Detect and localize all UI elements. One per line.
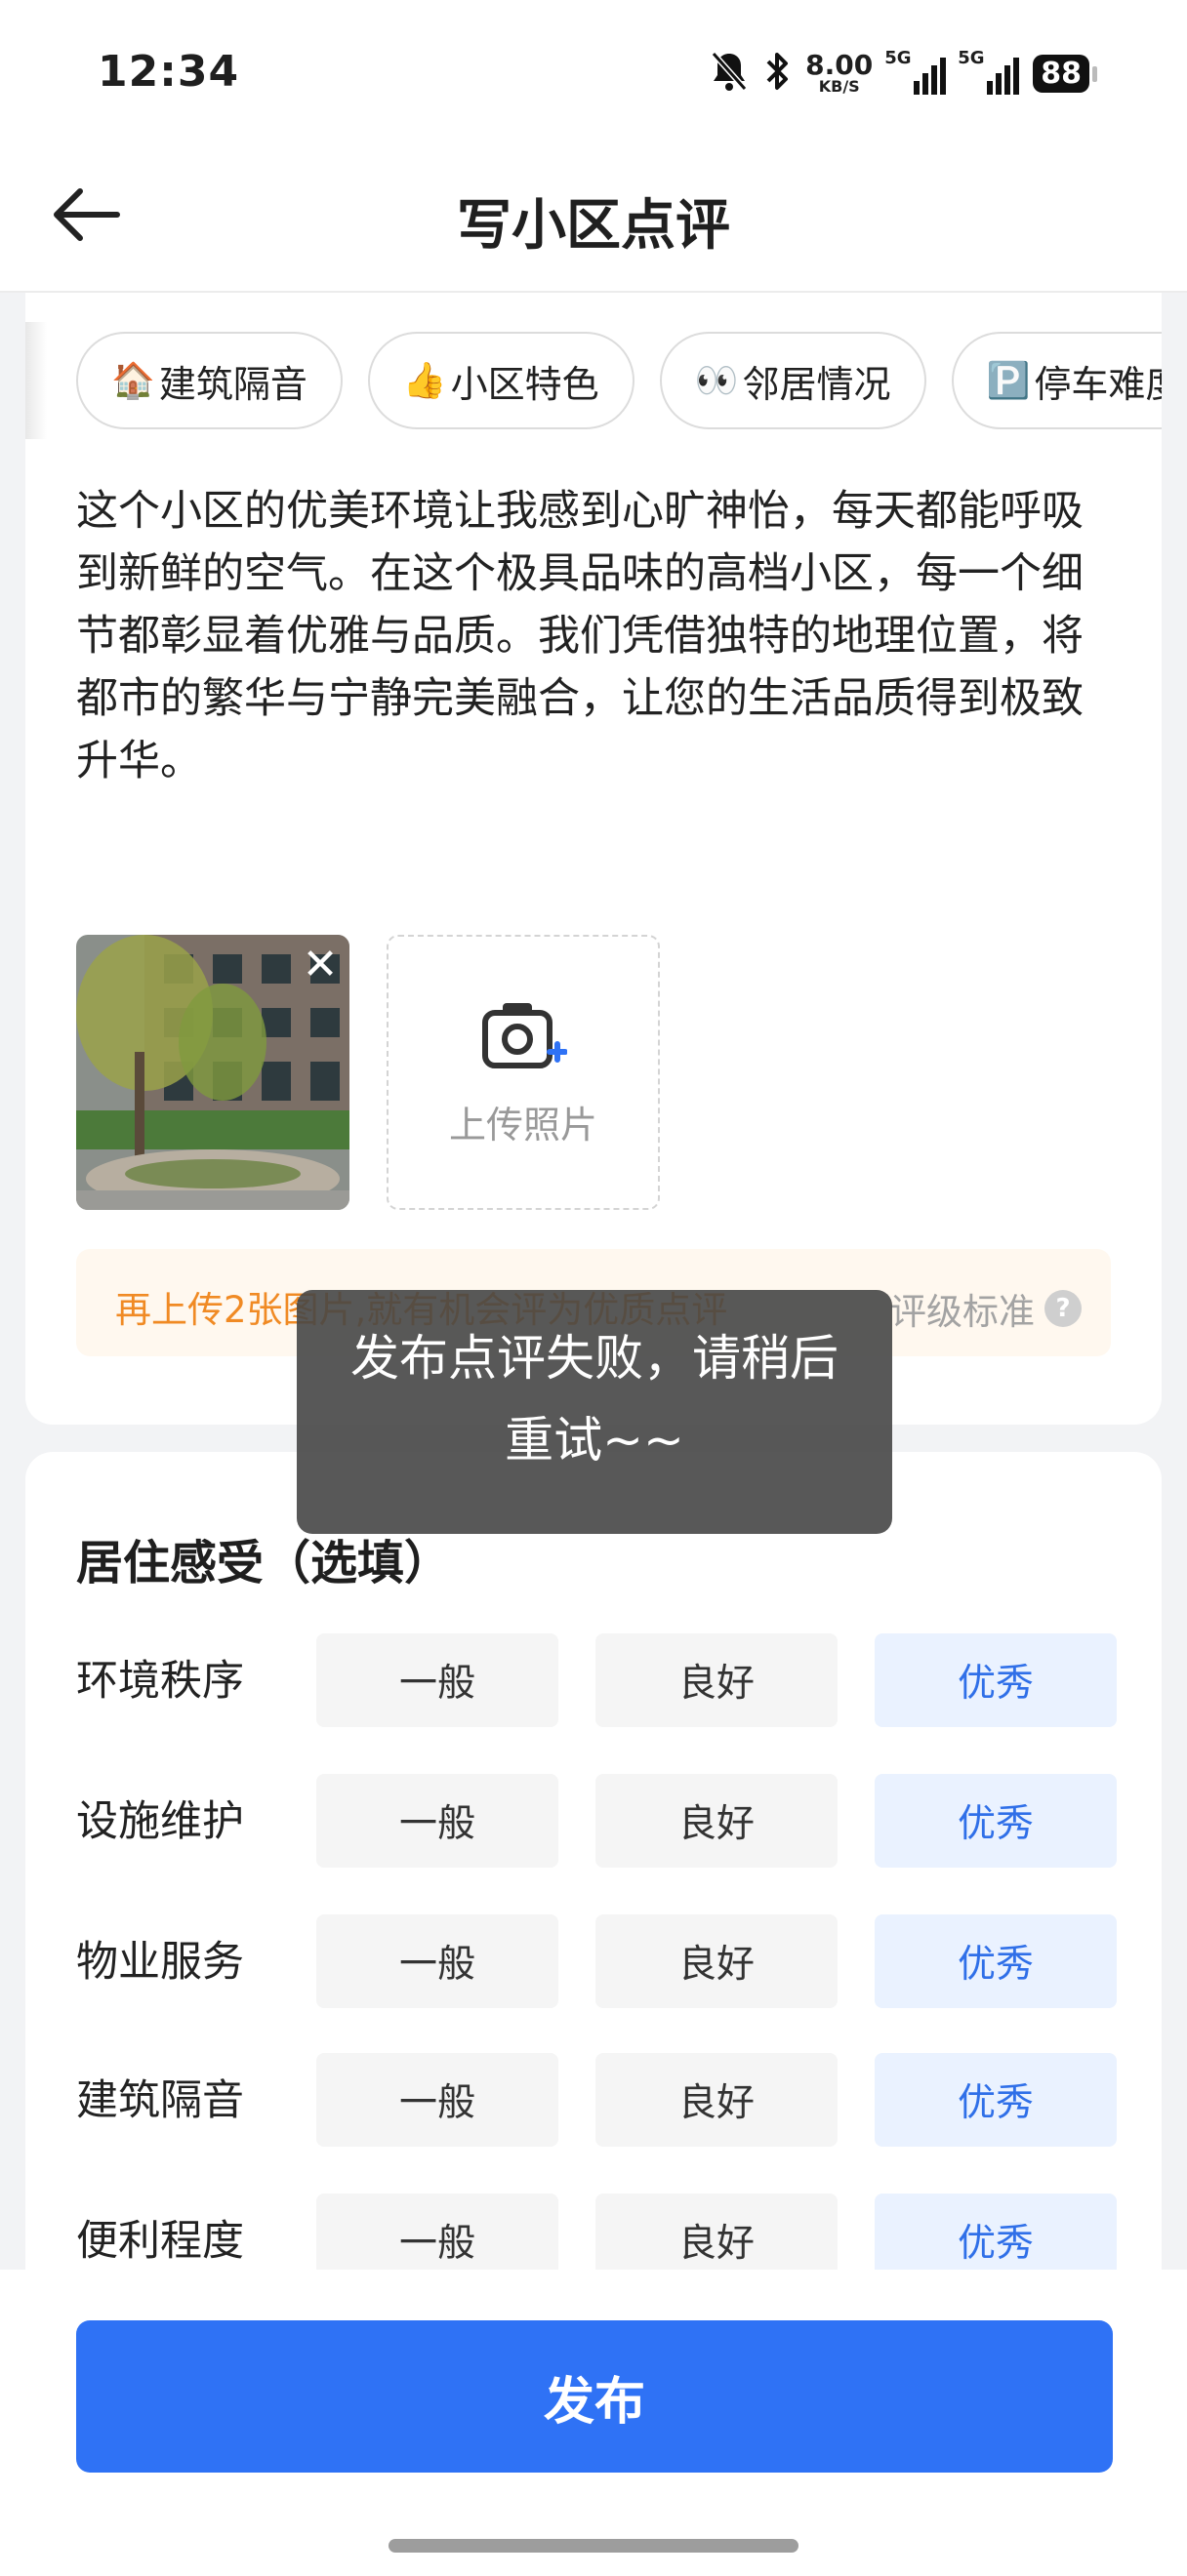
camera-add-icon [482, 1002, 567, 1068]
page-title: 写小区点评 [457, 194, 730, 258]
signal-icon: 5G [884, 48, 947, 95]
rating-row: 物业服务 一般 良好 优秀 [76, 1914, 1121, 2008]
option-average[interactable]: 一般 [316, 1774, 558, 1868]
status-bar: 12:34 8.00 KB/S 5G 5G 88 [0, 0, 1187, 146]
bluetooth-icon [762, 50, 792, 97]
close-icon[interactable]: ✕ [295, 939, 346, 989]
rating-label: 设施维护 [76, 1797, 244, 1846]
parking-icon: 🅿️ [986, 361, 1031, 401]
option-good[interactable]: 良好 [595, 1633, 838, 1727]
option-average[interactable]: 一般 [316, 2053, 558, 2147]
publish-button[interactable]: 发布 [76, 2320, 1113, 2473]
tag-chip[interactable]: 🏠 建筑隔音 [76, 332, 343, 429]
review-card: 🏠 建筑隔音 👍 小区特色 👀 邻居情况 🅿️ 停车难度 这个小区的优美环境让我… [25, 293, 1162, 1425]
option-good[interactable]: 良好 [595, 2053, 838, 2147]
rating-standard-link[interactable]: 评级标准 ? [890, 1282, 1082, 1335]
bottom-bar: 发布 [0, 2270, 1187, 2576]
tag-strip[interactable]: 🏠 建筑隔音 👍 小区特色 👀 邻居情况 🅿️ 停车难度 [25, 293, 1162, 449]
rating-label: 建筑隔音 [76, 2076, 244, 2125]
mute-bell-icon [710, 50, 749, 97]
rating-row: 设施维护 一般 良好 优秀 [76, 1774, 1121, 1868]
upload-photo-button[interactable]: 上传照片 [387, 935, 660, 1210]
rating-row: 环境秩序 一般 良好 优秀 [76, 1633, 1121, 1727]
net-speed-value: 8.00 [805, 49, 874, 81]
uploaded-photo[interactable]: ✕ [76, 935, 349, 1210]
tag-label: 邻居情况 [742, 362, 891, 406]
upload-photo-label: 上传照片 [448, 1103, 597, 1147]
option-good[interactable]: 良好 [595, 1914, 838, 2008]
house-icon: 🏠 [111, 361, 155, 401]
option-average[interactable]: 一般 [316, 1914, 558, 2008]
option-good[interactable]: 良好 [595, 1774, 838, 1868]
tag-chip[interactable]: 👀 邻居情况 [659, 332, 926, 429]
status-icons: 8.00 KB/S 5G 5G 88 [710, 48, 1097, 98]
option-excellent[interactable]: 优秀 [875, 1633, 1117, 1727]
rating-label: 环境秩序 [76, 1657, 244, 1706]
signal-icon: 5G [958, 48, 1020, 95]
tag-label: 建筑隔音 [158, 362, 307, 406]
battery-icon: 88 [1033, 54, 1097, 93]
rating-row: 建筑隔音 一般 良好 优秀 [76, 2053, 1121, 2147]
option-excellent[interactable]: 优秀 [875, 1774, 1117, 1868]
status-time: 12:34 [98, 47, 240, 97]
eyes-icon: 👀 [694, 361, 739, 401]
rating-label: 便利程度 [76, 2217, 244, 2266]
net-speed-unit: KB/S [818, 77, 860, 96]
help-icon: ? [1044, 1290, 1082, 1327]
tag-label: 停车难度 [1034, 362, 1162, 406]
section-title: 居住感受（选填） [76, 1536, 452, 1590]
tag-label: 小区特色 [450, 362, 599, 406]
tag-chip[interactable]: 🅿️ 停车难度 [951, 332, 1162, 429]
signal-label: 5G [958, 48, 985, 68]
home-indicator[interactable] [389, 2539, 798, 2553]
tag-list: 🏠 建筑隔音 👍 小区特色 👀 邻居情况 🅿️ 停车难度 [76, 332, 1162, 429]
option-average[interactable]: 一般 [316, 1633, 558, 1727]
network-speed: 8.00 KB/S [805, 52, 873, 95]
option-excellent[interactable]: 优秀 [875, 2053, 1117, 2147]
review-text-input[interactable]: 这个小区的优美环境让我感到心旷神怡，每天都能呼吸到新鲜的空气。在这个极具品味的高… [76, 480, 1121, 792]
signal-label: 5G [884, 48, 912, 68]
tag-chip[interactable]: 👍 小区特色 [367, 332, 634, 429]
rating-standard-label: 评级标准 [890, 1291, 1035, 1333]
rating-label: 物业服务 [76, 1938, 244, 1987]
nav-bar: 写小区点评 [0, 146, 1187, 293]
thumbs-up-icon: 👍 [402, 361, 447, 401]
option-excellent[interactable]: 优秀 [875, 1914, 1117, 2008]
error-toast: 发布点评失败，请稍后重试~~ [297, 1290, 892, 1534]
